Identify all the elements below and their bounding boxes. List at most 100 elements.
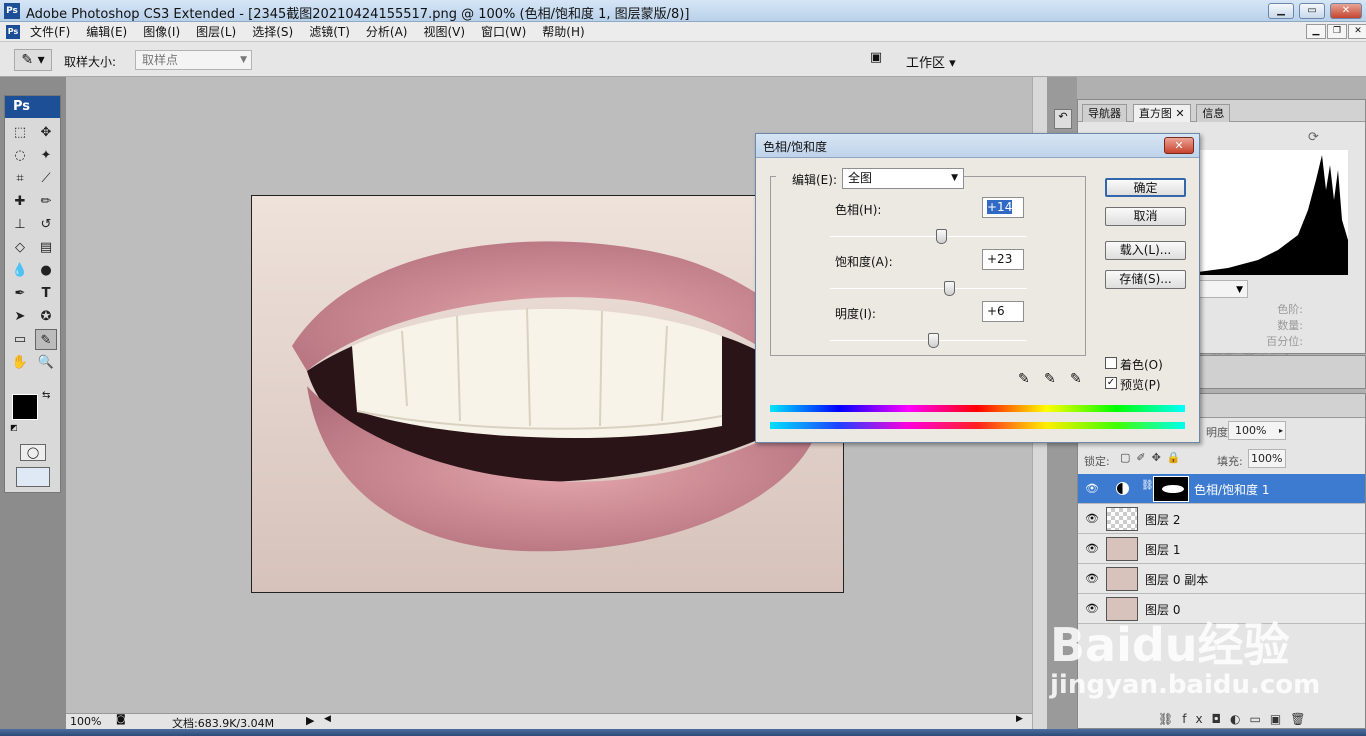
lasso-tool-icon[interactable]: ◌ <box>9 145 31 166</box>
dialog-close-button[interactable]: ✕ <box>1164 137 1194 154</box>
doc-minimize-button[interactable]: ▁ <box>1306 24 1326 39</box>
histogram-channel-select[interactable]: ▼ <box>1198 280 1248 298</box>
colorize-checkbox[interactable] <box>1105 357 1117 369</box>
screen-mode-icon[interactable] <box>16 467 50 487</box>
scroll-left-icon[interactable]: ◀ <box>324 714 331 724</box>
visibility-eye-icon[interactable]: 👁 <box>1084 602 1100 615</box>
eyedropper-tool-preset-icon[interactable]: ✎ ▾ <box>14 49 52 71</box>
bridge-icon[interactable]: ▣ <box>863 50 889 70</box>
menu-edit[interactable]: 编辑(E) <box>78 22 135 42</box>
blur-tool-icon[interactable]: 💧 <box>9 260 31 281</box>
saturation-slider-track[interactable] <box>830 288 1027 289</box>
menu-analysis[interactable]: 分析(A) <box>358 22 416 42</box>
visibility-eye-icon[interactable]: 👁 <box>1084 572 1100 585</box>
quick-mask-icon[interactable]: ◯ <box>20 444 46 461</box>
history-panel-icon[interactable]: ↶ <box>1054 109 1072 129</box>
magic-wand-tool-icon[interactable]: ✦ <box>35 145 57 166</box>
marquee-tool-icon[interactable]: ⬚ <box>9 122 31 143</box>
tab-info[interactable]: 信息 <box>1196 104 1231 122</box>
fill-input[interactable]: 100% <box>1248 449 1286 468</box>
lock-icons[interactable]: ▢✐✥🔒 <box>1120 451 1187 464</box>
refresh-icon[interactable]: ⟳ <box>1308 130 1319 145</box>
layer-thumbnail <box>1106 507 1138 531</box>
layer-row-1[interactable]: 👁 图层 1 <box>1078 534 1365 564</box>
path-selection-tool-icon[interactable]: ➤ <box>9 306 31 327</box>
saturation-label: 饱和度(A): <box>835 255 893 269</box>
menu-layer[interactable]: 图层(L) <box>188 22 244 42</box>
menu-view[interactable]: 视图(V) <box>415 22 473 42</box>
maximize-button[interactable]: ▭ <box>1299 3 1325 19</box>
zoom-tool-icon[interactable]: 🔍 <box>35 352 57 373</box>
brush-tool-icon[interactable]: ✏ <box>35 191 57 212</box>
tab-histogram[interactable]: 直方图 ✕ <box>1132 104 1191 122</box>
scroll-right-icon[interactable]: ▶ <box>1016 714 1023 724</box>
menu-window[interactable]: 窗口(W) <box>473 22 534 42</box>
sample-size-value: 取样点 <box>142 53 179 67</box>
clone-stamp-tool-icon[interactable]: ⊥ <box>9 214 31 235</box>
layer-row-2[interactable]: 👁 图层 2 <box>1078 504 1365 534</box>
notes-tool-icon[interactable]: ▭ <box>9 329 31 350</box>
save-button[interactable]: 存储(S)... <box>1105 270 1186 289</box>
menu-bar: Ps 文件(F) 编辑(E) 图像(I) 图层(L) 选择(S) 滤镜(T) 分析(A) 视图… <box>0 22 1366 42</box>
swap-colors-icon[interactable]: ⇆ <box>42 390 50 401</box>
sample-size-select[interactable]: 取样点 ▼ <box>135 50 252 70</box>
opacity-input[interactable]: 100% ▸ <box>1228 421 1286 440</box>
hue-input[interactable]: +14 <box>982 197 1024 218</box>
eyedropper-icon[interactable]: ✎ <box>1018 371 1030 387</box>
healing-brush-tool-icon[interactable]: ✚ <box>9 191 31 212</box>
doc-restore-button[interactable]: ❐ <box>1327 24 1347 39</box>
lightness-input[interactable]: +6 <box>982 301 1024 322</box>
hue-slider-track[interactable] <box>830 236 1027 237</box>
menu-file[interactable]: 文件(F) <box>22 22 78 42</box>
minimize-button[interactable]: ▁ <box>1268 3 1294 19</box>
load-button[interactable]: 载入(L)... <box>1105 241 1186 260</box>
layer-row-hue-saturation[interactable]: 👁 ⛓ 色相/饱和度 1 <box>1078 474 1365 504</box>
saturation-slider-knob[interactable] <box>944 281 956 296</box>
doc-close-button[interactable]: ✕ <box>1348 24 1366 39</box>
eyedropper-minus-icon[interactable]: ✎ <box>1070 371 1082 387</box>
zoom-level[interactable]: 100% <box>70 715 101 728</box>
hue-slider-knob[interactable] <box>936 229 948 244</box>
layer-mask-thumbnail[interactable] <box>1153 476 1189 502</box>
layer-thumbnail <box>1106 567 1138 591</box>
gradient-tool-icon[interactable]: ▤ <box>35 237 57 258</box>
dodge-tool-icon[interactable]: ● <box>35 260 57 281</box>
close-button[interactable]: ✕ <box>1330 3 1362 19</box>
workspace-menu[interactable]: 工作区 ▾ <box>906 52 956 71</box>
type-tool-icon[interactable]: T <box>35 283 57 304</box>
preview-checkbox[interactable]: ✓ <box>1105 377 1117 389</box>
shape-tool-icon[interactable]: ✪ <box>35 306 57 327</box>
tab-navigator[interactable]: 导航器 <box>1082 104 1127 122</box>
lightness-slider-knob[interactable] <box>928 333 940 348</box>
visibility-eye-icon[interactable]: 👁 <box>1084 542 1100 555</box>
layer-row-0-copy[interactable]: 👁 图层 0 副本 <box>1078 564 1365 594</box>
status-arrow-icon[interactable]: ▶ <box>306 714 314 727</box>
slice-tool-icon[interactable]: ⟋ <box>35 168 57 189</box>
menu-image[interactable]: 图像(I) <box>135 22 188 42</box>
hand-tool-icon[interactable]: ✋ <box>9 352 31 373</box>
eyedropper-tool-icon[interactable]: ✎ <box>35 329 57 350</box>
hue-saturation-dialog: 色相/饱和度 ✕ 编辑(E): 全图 ▼ 色相(H): +14 饱和度(A): … <box>755 133 1200 443</box>
colorize-label: 着色(O) <box>1120 358 1163 372</box>
layers-panel-footer-icons[interactable]: ⛓fx◘◐▭▣🗑 <box>1158 712 1314 726</box>
menu-help[interactable]: 帮助(H) <box>534 22 592 42</box>
stat-count-label: 数量: <box>1277 319 1303 332</box>
default-colors-icon[interactable]: ◩ <box>10 423 18 432</box>
eyedropper-plus-icon[interactable]: ✎ <box>1044 371 1056 387</box>
foreground-color-swatch[interactable] <box>12 394 38 420</box>
saturation-input[interactable]: +23 <box>982 249 1024 270</box>
stat-percentile-label: 百分位: <box>1266 335 1303 348</box>
visibility-eye-icon[interactable]: 👁 <box>1084 482 1100 495</box>
move-tool-icon[interactable]: ✥ <box>35 122 57 143</box>
eraser-tool-icon[interactable]: ◇ <box>9 237 31 258</box>
crop-tool-icon[interactable]: ⌗ <box>9 168 31 189</box>
history-brush-tool-icon[interactable]: ↺ <box>35 214 57 235</box>
edit-channel-select[interactable]: 全图 ▼ <box>842 168 964 189</box>
visibility-eye-icon[interactable]: 👁 <box>1084 512 1100 525</box>
menu-filter[interactable]: 滤镜(T) <box>301 22 358 42</box>
ok-button[interactable]: 确定 <box>1105 178 1186 197</box>
status-menu-icon[interactable]: ◙ <box>116 714 126 725</box>
pen-tool-icon[interactable]: ✒ <box>9 283 31 304</box>
cancel-button[interactable]: 取消 <box>1105 207 1186 226</box>
menu-select[interactable]: 选择(S) <box>244 22 301 42</box>
